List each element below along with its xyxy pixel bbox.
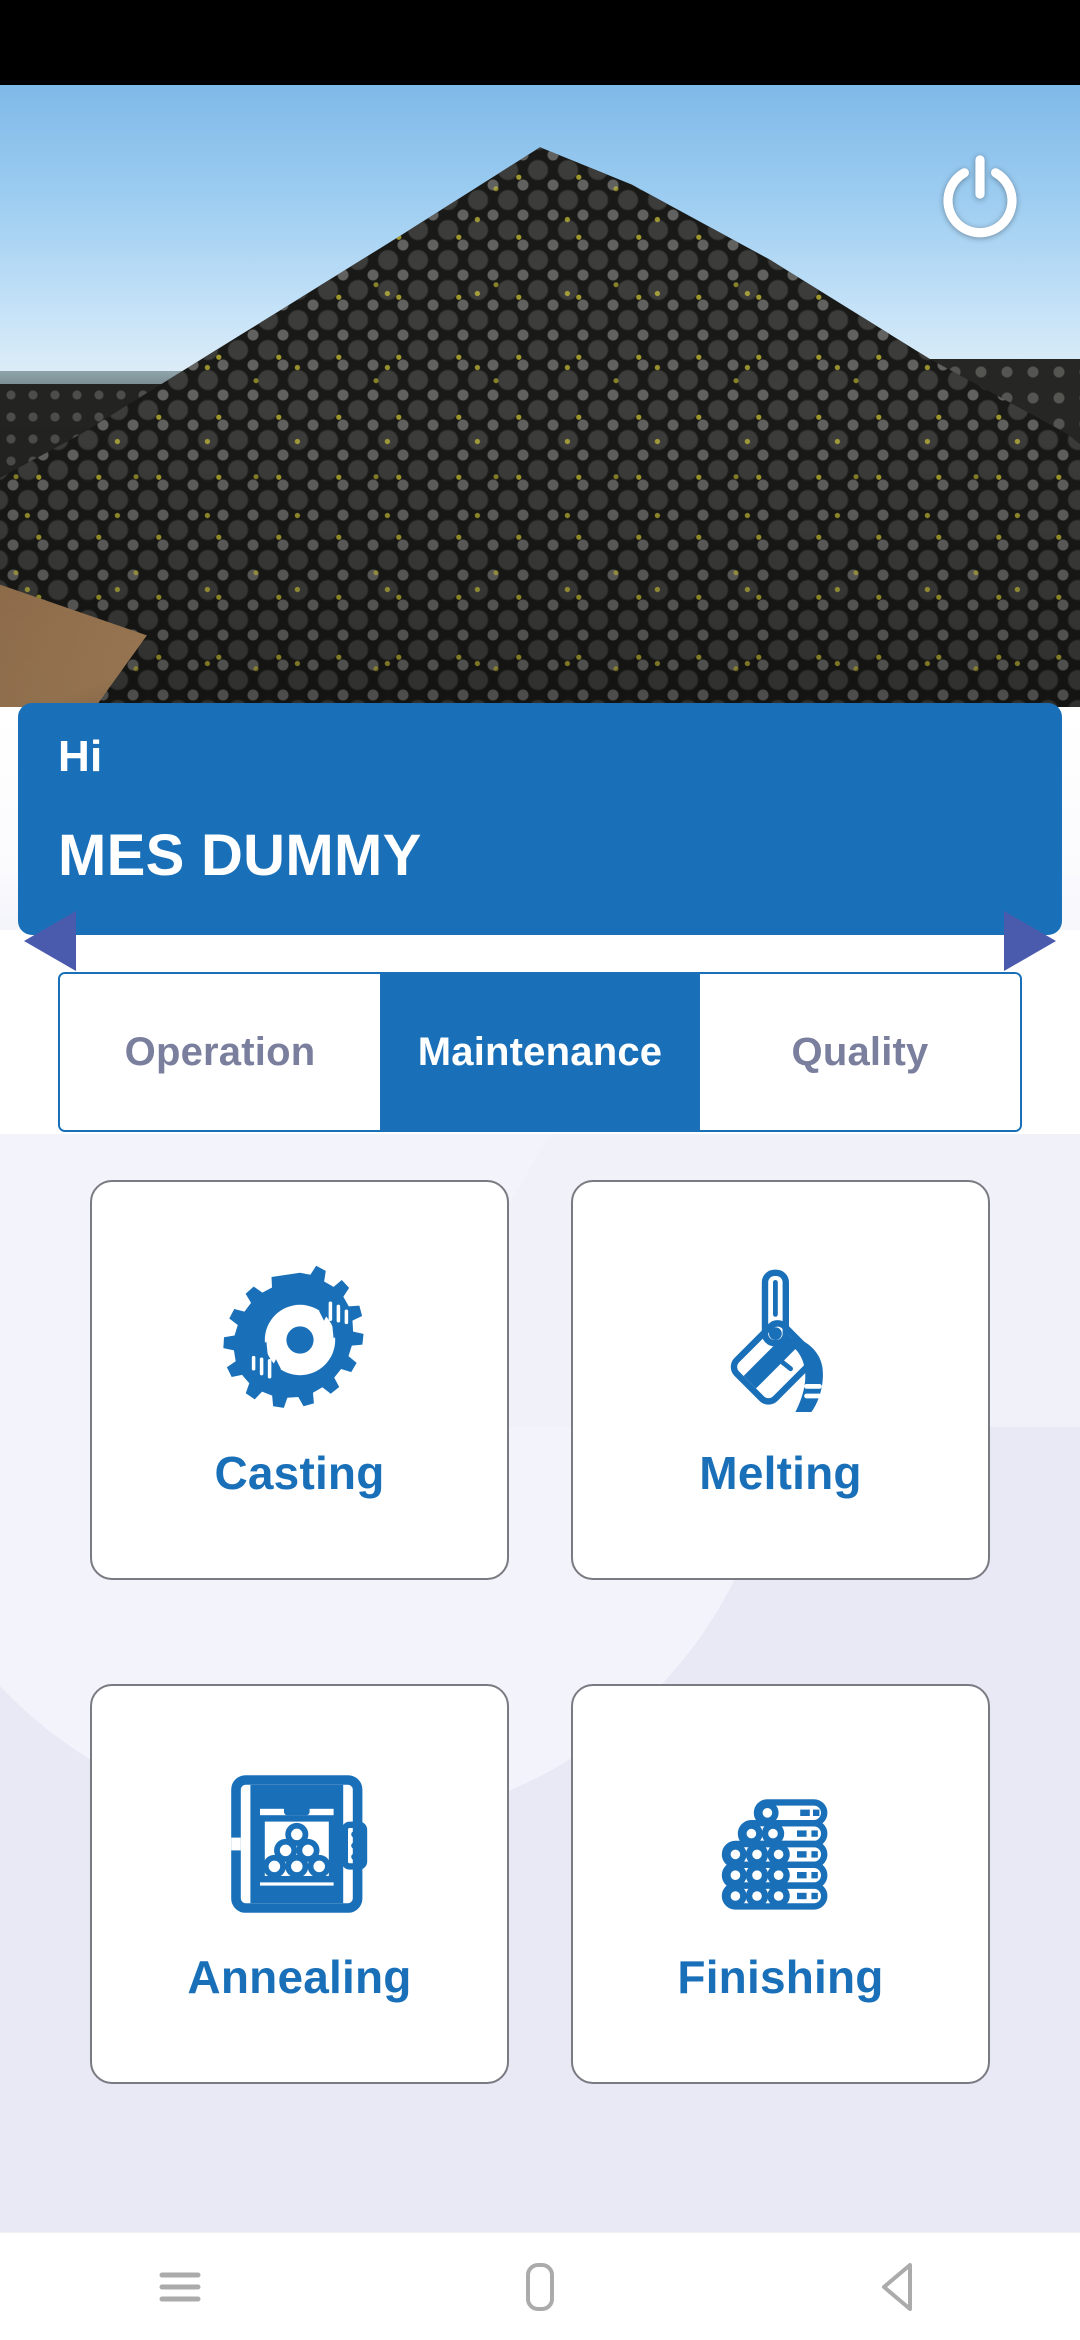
ladle-pour-icon <box>701 1260 861 1420</box>
chevron-right-icon[interactable] <box>992 905 1064 977</box>
tab-maintenance[interactable]: Maintenance <box>380 974 700 1130</box>
category-tab-bar[interactable]: Operation Maintenance Quality <box>58 972 1022 1132</box>
back-icon[interactable] <box>840 2251 960 2323</box>
tab-quality[interactable]: Quality <box>700 974 1020 1130</box>
module-tile-annealing[interactable]: Annealing <box>90 1684 509 2084</box>
recents-icon[interactable] <box>120 2251 240 2323</box>
gear-hands-icon <box>220 1260 380 1420</box>
furnace-icon <box>220 1764 380 1924</box>
greeting-user-name: MES DUMMY <box>58 823 422 888</box>
hero-shade-overlay <box>0 85 1080 707</box>
module-label-finishing: Finishing <box>677 1951 884 2003</box>
module-grid: Casting Melting Annealing Finishing <box>0 1180 1080 2084</box>
greeting-salutation: Hi <box>58 732 103 781</box>
android-navigation-bar <box>0 2232 1080 2340</box>
module-tile-casting[interactable]: Casting <box>90 1180 509 1580</box>
pipe-stack-icon <box>701 1764 861 1924</box>
tab-operation[interactable]: Operation <box>60 974 380 1130</box>
module-tile-melting[interactable]: Melting <box>571 1180 990 1580</box>
chevron-left-icon[interactable] <box>16 905 88 977</box>
module-label-melting: Melting <box>699 1447 862 1499</box>
power-icon[interactable] <box>932 150 1028 246</box>
greeting-card: Hi MES DUMMY <box>18 703 1062 935</box>
status-bar <box>0 0 1080 85</box>
module-label-annealing: Annealing <box>187 1951 412 2003</box>
hero-image <box>0 85 1080 707</box>
module-label-casting: Casting <box>214 1447 385 1499</box>
home-icon[interactable] <box>480 2251 600 2323</box>
module-tile-finishing[interactable]: Finishing <box>571 1684 990 2084</box>
